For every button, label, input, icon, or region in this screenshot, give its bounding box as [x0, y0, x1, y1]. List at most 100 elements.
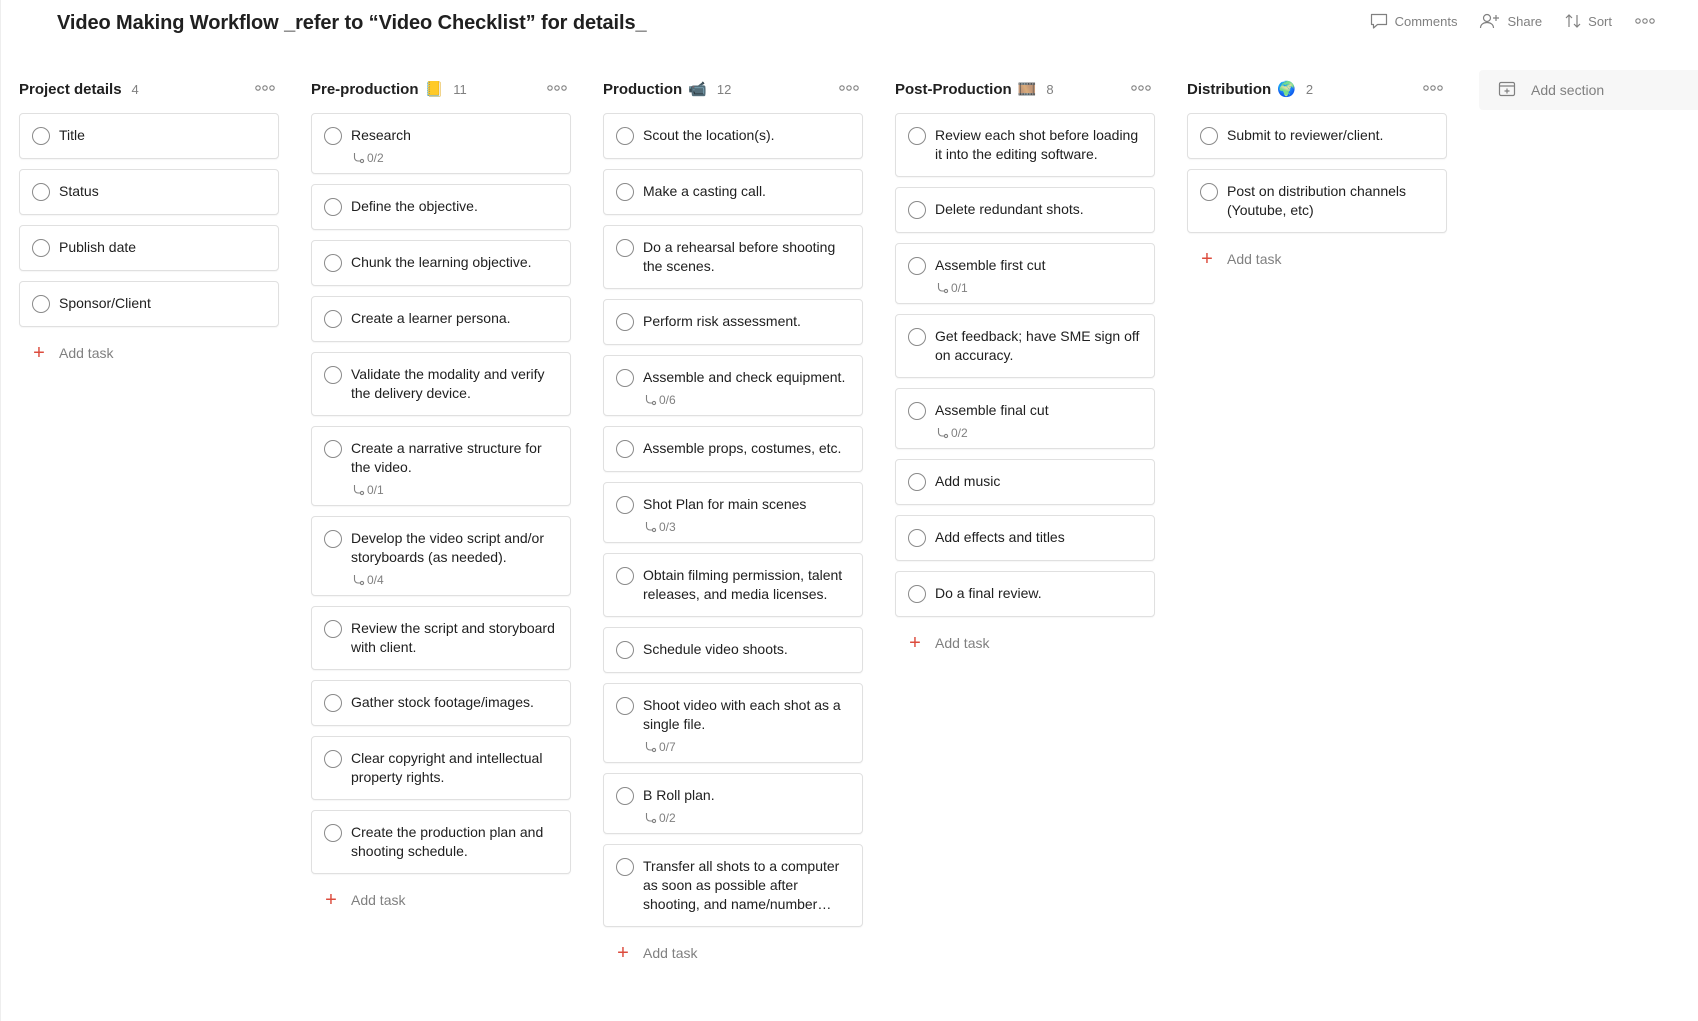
task-card[interactable]: Create a narrative structure for the vid…	[311, 426, 571, 506]
task-card[interactable]: Transfer all shots to a computer as soon…	[603, 844, 863, 927]
subtask-indicator[interactable]: 0/4	[351, 573, 560, 587]
task-card[interactable]: Do a final review.	[895, 571, 1155, 617]
section-title[interactable]: Pre-production	[311, 81, 419, 98]
add-task-button[interactable]: + Add task	[311, 882, 571, 918]
add-task-button[interactable]: + Add task	[1187, 241, 1447, 277]
section-more-button[interactable]	[545, 79, 569, 99]
task-card[interactable]: Perform risk assessment.	[603, 299, 863, 345]
task-card[interactable]: Assemble props, costumes, etc.	[603, 426, 863, 472]
section-title[interactable]: Project details	[19, 81, 122, 98]
comments-button[interactable]: Comments	[1369, 12, 1457, 30]
subtask-indicator[interactable]: 0/7	[643, 740, 852, 754]
task-card[interactable]: Make a casting call.	[603, 169, 863, 215]
share-button[interactable]: Share	[1479, 12, 1542, 30]
task-card[interactable]: Obtain filming permission, talent releas…	[603, 553, 863, 617]
task-card[interactable]: Post on distribution channels (Youtube, …	[1187, 169, 1447, 233]
task-card[interactable]: Do a rehearsal before shooting the scene…	[603, 225, 863, 289]
task-card[interactable]: B Roll plan. 0/2	[603, 773, 863, 834]
task-checkbox[interactable]	[616, 641, 634, 659]
task-card[interactable]: Delete redundant shots.	[895, 187, 1155, 233]
task-checkbox[interactable]	[908, 201, 926, 219]
add-task-button[interactable]: + Add task	[603, 935, 863, 971]
task-card[interactable]: Sponsor/Client	[19, 281, 279, 327]
task-checkbox[interactable]	[324, 366, 342, 384]
task-card[interactable]: Chunk the learning objective.	[311, 240, 571, 286]
add-task-button[interactable]: + Add task	[19, 335, 279, 371]
section-more-button[interactable]	[1129, 79, 1153, 99]
task-checkbox[interactable]	[908, 127, 926, 145]
task-card[interactable]: Develop the video script and/or storyboa…	[311, 516, 571, 596]
task-card[interactable]: Gather stock footage/images.	[311, 680, 571, 726]
task-checkbox[interactable]	[616, 496, 634, 514]
task-checkbox[interactable]	[324, 254, 342, 272]
subtask-indicator[interactable]: 0/1	[351, 483, 560, 497]
task-checkbox[interactable]	[324, 127, 342, 145]
task-card[interactable]: Scout the location(s).	[603, 113, 863, 159]
task-checkbox[interactable]	[616, 239, 634, 257]
task-card[interactable]: Clear copyright and intellectual propert…	[311, 736, 571, 800]
task-card[interactable]: Schedule video shoots.	[603, 627, 863, 673]
task-checkbox[interactable]	[616, 697, 634, 715]
task-card[interactable]: Assemble and check equipment. 0/6	[603, 355, 863, 416]
task-card[interactable]: Create the production plan and shooting …	[311, 810, 571, 874]
add-task-button[interactable]: + Add task	[895, 625, 1155, 661]
subtask-indicator[interactable]: 0/6	[643, 393, 852, 407]
task-card[interactable]: Shoot video with each shot as a single f…	[603, 683, 863, 763]
task-card[interactable]: Assemble first cut 0/1	[895, 243, 1155, 304]
section-more-button[interactable]	[253, 79, 277, 99]
task-card[interactable]: Research 0/2	[311, 113, 571, 174]
section-title[interactable]: Production	[603, 81, 682, 98]
section-more-button[interactable]	[1421, 79, 1445, 99]
task-checkbox[interactable]	[1200, 183, 1218, 201]
task-checkbox[interactable]	[908, 402, 926, 420]
task-card[interactable]: Validate the modality and verify the del…	[311, 352, 571, 416]
task-card[interactable]: Review each shot before loading it into …	[895, 113, 1155, 177]
task-checkbox[interactable]	[324, 440, 342, 458]
task-card[interactable]: Create a learner persona.	[311, 296, 571, 342]
section-title[interactable]: Post-Production	[895, 81, 1012, 98]
task-checkbox[interactable]	[908, 328, 926, 346]
subtask-indicator[interactable]: 0/1	[935, 281, 1144, 295]
subtask-indicator[interactable]: 0/2	[643, 811, 852, 825]
task-checkbox[interactable]	[324, 198, 342, 216]
more-options-button[interactable]	[1634, 16, 1656, 26]
task-checkbox[interactable]	[32, 239, 50, 257]
subtask-indicator[interactable]: 0/3	[643, 520, 852, 534]
section-title[interactable]: Distribution	[1187, 81, 1271, 98]
task-checkbox[interactable]	[616, 127, 634, 145]
task-card[interactable]: Submit to reviewer/client.	[1187, 113, 1447, 159]
task-checkbox[interactable]	[616, 787, 634, 805]
task-checkbox[interactable]	[324, 694, 342, 712]
task-card[interactable]: Title	[19, 113, 279, 159]
task-card[interactable]: Review the script and storyboard with cl…	[311, 606, 571, 670]
sort-button[interactable]: Sort	[1564, 12, 1612, 30]
task-checkbox[interactable]	[908, 585, 926, 603]
task-card[interactable]: Assemble final cut 0/2	[895, 388, 1155, 449]
section-more-button[interactable]	[837, 79, 861, 99]
task-checkbox[interactable]	[1200, 127, 1218, 145]
task-checkbox[interactable]	[324, 824, 342, 842]
task-checkbox[interactable]	[324, 530, 342, 548]
subtask-indicator[interactable]: 0/2	[351, 151, 560, 165]
task-checkbox[interactable]	[908, 257, 926, 275]
task-checkbox[interactable]	[616, 567, 634, 585]
task-checkbox[interactable]	[32, 183, 50, 201]
task-checkbox[interactable]	[616, 313, 634, 331]
task-card[interactable]: Get feedback; have SME sign off on accur…	[895, 314, 1155, 378]
task-checkbox[interactable]	[908, 529, 926, 547]
task-checkbox[interactable]	[616, 440, 634, 458]
task-checkbox[interactable]	[32, 295, 50, 313]
task-checkbox[interactable]	[616, 369, 634, 387]
task-checkbox[interactable]	[32, 127, 50, 145]
task-card[interactable]: Add music	[895, 459, 1155, 505]
task-checkbox[interactable]	[616, 183, 634, 201]
task-card[interactable]: Shot Plan for main scenes 0/3	[603, 482, 863, 543]
add-section-button[interactable]: Add section	[1479, 70, 1698, 110]
task-checkbox[interactable]	[324, 310, 342, 328]
task-checkbox[interactable]	[324, 750, 342, 768]
task-card[interactable]: Status	[19, 169, 279, 215]
task-checkbox[interactable]	[324, 620, 342, 638]
task-card[interactable]: Define the objective.	[311, 184, 571, 230]
task-checkbox[interactable]	[908, 473, 926, 491]
task-card[interactable]: Publish date	[19, 225, 279, 271]
